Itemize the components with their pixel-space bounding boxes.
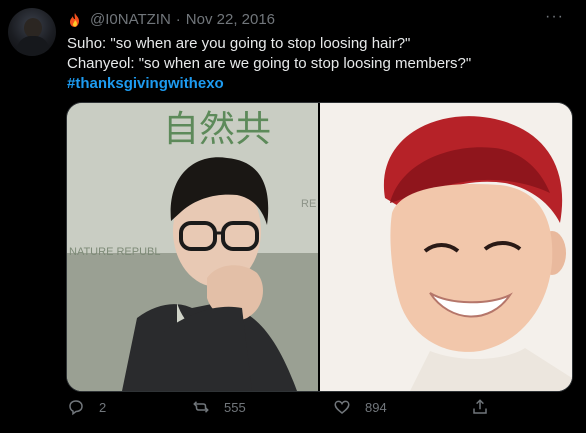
tweet-date[interactable]: Nov 22, 2016 — [186, 11, 275, 28]
retweet-button[interactable]: 555 — [192, 398, 246, 416]
photo-left-illustration: 自然共 NATURE REPUBL RE — [67, 103, 318, 391]
tweet-text: Suho: "so when are you going to stop loo… — [67, 34, 471, 94]
sign-partial-text: RE — [301, 198, 316, 210]
tweet: @I0NATZIN · Nov 22, 2016 ··· Suho: "so w… — [0, 0, 586, 433]
fire-icon — [70, 12, 79, 27]
photo-right-illustration — [320, 103, 572, 391]
like-button[interactable]: 894 — [333, 398, 387, 416]
avatar-head — [24, 18, 42, 38]
tweet-header: @I0NATZIN · Nov 22, 2016 — [67, 11, 275, 28]
avatar-body — [17, 36, 49, 56]
avatar[interactable] — [8, 8, 56, 56]
tweet-media[interactable]: 自然共 NATURE REPUBL RE — [66, 102, 573, 392]
user-handle[interactable]: @I0NATZIN — [90, 11, 171, 28]
retweet-icon — [193, 401, 209, 413]
brand-text: NATURE REPUBL — [69, 246, 160, 258]
media-photo-right[interactable] — [320, 103, 572, 391]
hashtag-link[interactable]: #thanksgivingwithexo — [67, 74, 471, 94]
reply-icon — [69, 400, 83, 416]
more-icon[interactable]: ··· — [545, 8, 564, 26]
tweet-line-1: Suho: "so when are you going to stop loo… — [67, 35, 411, 52]
media-photo-left[interactable]: 自然共 NATURE REPUBL RE — [67, 103, 318, 391]
separator: · — [175, 11, 181, 28]
share-button[interactable] — [471, 398, 503, 416]
like-count: 894 — [365, 399, 387, 415]
share-icon — [473, 399, 487, 414]
sign-text: 自然共 — [163, 109, 271, 150]
like-icon — [334, 400, 350, 414]
retweet-count: 555 — [224, 399, 246, 415]
tweet-actions: 2 555 894 — [67, 398, 577, 422]
reply-count: 2 — [99, 399, 107, 415]
tweet-line-2: Chanyeol: "so when are we going to stop … — [67, 55, 472, 72]
reply-button[interactable]: 2 — [67, 398, 106, 416]
